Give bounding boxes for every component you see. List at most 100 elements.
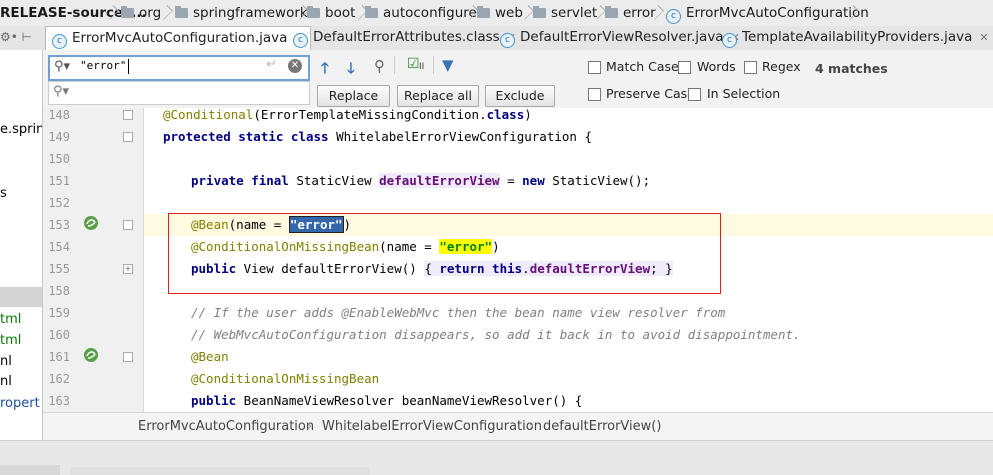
project-item[interactable]: tml: [0, 312, 21, 327]
find-replace-panel: ⚲▾ "error" ↵ ✕ ⚲▾ 🡑 🡓 ⚲ ☑ II ▼ Replace R…: [43, 50, 993, 109]
toolbar-divider: [433, 56, 434, 74]
replace-field[interactable]: ⚲▾: [48, 81, 310, 105]
project-item[interactable]: nl: [0, 374, 12, 389]
annotation-token: @Bean: [191, 349, 229, 364]
breadcrumb-springframework[interactable]: springframework: [175, 0, 308, 26]
replace-button[interactable]: Replace: [317, 85, 390, 107]
tab-defaulterrorattributes[interactable]: cDefaultErrorAttributes.class✕: [287, 26, 522, 49]
match-count: 4 matches: [815, 61, 888, 76]
breadcrumb-label: boot: [325, 5, 356, 21]
tab-label: DefaultErrorViewResolver.java: [520, 29, 724, 45]
tool-settings-icon[interactable]: ⚙• ⊢: [0, 26, 40, 49]
project-panel: e.spring s tml tml nl nl ropert: [0, 50, 43, 440]
tab-defaulterrorviewresolver[interactable]: cDefaultErrorViewResolver.java✕: [494, 26, 746, 49]
replace-all-button[interactable]: Replace all: [397, 85, 479, 107]
structure-crumb[interactable]: defaultErrorView(): [543, 413, 661, 441]
folder-icon: [365, 6, 378, 18]
breadcrumb-label: autoconfigure: [383, 5, 477, 21]
search-input[interactable]: "error": [80, 59, 126, 72]
comment-token: // WebMvcAutoConfiguration disappears, s…: [191, 327, 801, 342]
structure-crumb[interactable]: WhitelabelErrorViewConfiguration: [322, 413, 542, 441]
select-all-occurrences-icon[interactable]: ☑: [407, 56, 420, 72]
breadcrumb-web[interactable]: web: [477, 0, 523, 26]
line-number: 151: [48, 174, 70, 188]
breadcrumb-label: springframework: [193, 5, 308, 21]
breadcrumb-boot[interactable]: boot: [307, 0, 355, 26]
fold-marker-icon[interactable]: [123, 132, 133, 142]
code-line-163: public BeanNameViewResolver beanNameView…: [191, 390, 582, 412]
line-number: 150: [48, 152, 70, 166]
search-field[interactable]: ⚲▾ "error" ↵ ✕: [48, 55, 310, 81]
bottom-tool-bar: [0, 440, 993, 475]
code-line-148: @Conditional(ErrorTemplateMissingConditi…: [163, 108, 532, 126]
tab-label: DefaultErrorAttributes.class: [313, 29, 500, 45]
annotation-token: @ConditionalOnMissingBean: [191, 371, 380, 386]
line-number: 154: [48, 240, 70, 254]
comment-token: // If the user adds @EnableWebMvc then t…: [191, 305, 726, 320]
project-item[interactable]: s: [0, 186, 7, 201]
breadcrumb-separator-icon: [595, 3, 605, 23]
highlight-annotation-box: [168, 213, 721, 294]
tab-templateavailabilityproviders[interactable]: c TemplateAvailabilityProviders.java ✕: [716, 26, 993, 49]
project-item[interactable]: ropert: [0, 396, 40, 411]
breadcrumb-class[interactable]: c ErrorMvcAutoConfiguration: [666, 0, 869, 26]
code-token: WhitelabelErrorViewConfiguration {: [328, 129, 592, 144]
breadcrumb-separator-icon: [523, 3, 533, 23]
filter-icon[interactable]: ▼: [442, 56, 454, 74]
exclude-button[interactable]: Exclude: [485, 85, 555, 107]
clear-search-icon[interactable]: ✕: [288, 59, 302, 73]
structure-crumb[interactable]: ErrorMvcAutoConfiguration: [138, 413, 314, 441]
in-selection-checkbox[interactable]: [688, 88, 701, 101]
match-case-checkbox[interactable]: [588, 61, 601, 74]
fold-marker-icon[interactable]: [123, 220, 133, 230]
line-number: 155: [48, 262, 70, 276]
line-number: 160: [48, 328, 70, 342]
code-editor[interactable]: 148 149 150 151 152 153 154 155 158 159 …: [43, 108, 993, 412]
previous-occurrence-icon[interactable]: 🡑: [321, 58, 329, 83]
regex-label: Regex: [762, 59, 801, 74]
next-occurrence-icon[interactable]: 🡓: [347, 58, 355, 83]
project-item[interactable]: nl: [0, 354, 12, 369]
preserve-case-checkbox[interactable]: [588, 88, 601, 101]
chevron-right-icon: ›: [529, 419, 535, 434]
breadcrumb-autoconfigure[interactable]: autoconfigure: [365, 0, 477, 26]
fold-expand-icon[interactable]: +: [123, 264, 133, 274]
words-checkbox[interactable]: [678, 61, 691, 74]
spring-bean-icon[interactable]: [83, 347, 99, 363]
close-tab-icon[interactable]: ✕: [979, 31, 988, 44]
breadcrumb-org[interactable]: org: [121, 0, 161, 26]
newline-icon[interactable]: ↵: [266, 57, 277, 72]
fold-marker-icon[interactable]: [123, 110, 133, 120]
tab-errormvcautoconfiguration[interactable]: cErrorMvcAutoConfiguration.java✕: [45, 26, 311, 50]
words-label: Words: [697, 59, 736, 74]
code-line-159: // If the user adds @EnableWebMvc then t…: [191, 302, 725, 324]
fold-marker-icon[interactable]: [123, 352, 133, 362]
field-token: defaultErrorView: [379, 173, 500, 188]
spring-bean-icon[interactable]: [83, 215, 99, 231]
breadcrumb-error[interactable]: error: [605, 0, 656, 26]
code-token: =: [499, 173, 523, 188]
find-all-icon[interactable]: ⚲: [374, 57, 385, 75]
breadcrumb-separator-icon: [653, 3, 663, 23]
line-number: 159: [48, 306, 70, 320]
project-item[interactable]: tml: [0, 333, 21, 348]
folder-icon: [121, 6, 134, 18]
toolbar-divider: [394, 56, 395, 74]
code-token: ): [524, 108, 532, 122]
line-number: 162: [48, 372, 70, 386]
line-number: 152: [48, 196, 70, 210]
code-token: StaticView();: [544, 173, 651, 188]
regex-checkbox[interactable]: [744, 61, 757, 74]
text-cursor: [128, 59, 129, 74]
line-number: 149: [48, 130, 70, 144]
project-item[interactable]: e.spring: [0, 122, 42, 137]
code-line-151: private final StaticView defaultErrorVie…: [191, 170, 650, 192]
project-selected-row[interactable]: [0, 287, 42, 307]
breadcrumb-servlet[interactable]: servlet: [533, 0, 597, 26]
class-icon: c: [722, 33, 737, 48]
code-line-162: @ConditionalOnMissingBean: [191, 368, 379, 390]
editor-gutter: 148 149 150 151 152 153 154 155 158 159 …: [43, 108, 144, 412]
code-token: BeanNameViewResolver beanNameViewResolve…: [236, 393, 583, 408]
class-icon: c: [666, 9, 681, 24]
in-selection-label: In Selection: [707, 86, 781, 101]
